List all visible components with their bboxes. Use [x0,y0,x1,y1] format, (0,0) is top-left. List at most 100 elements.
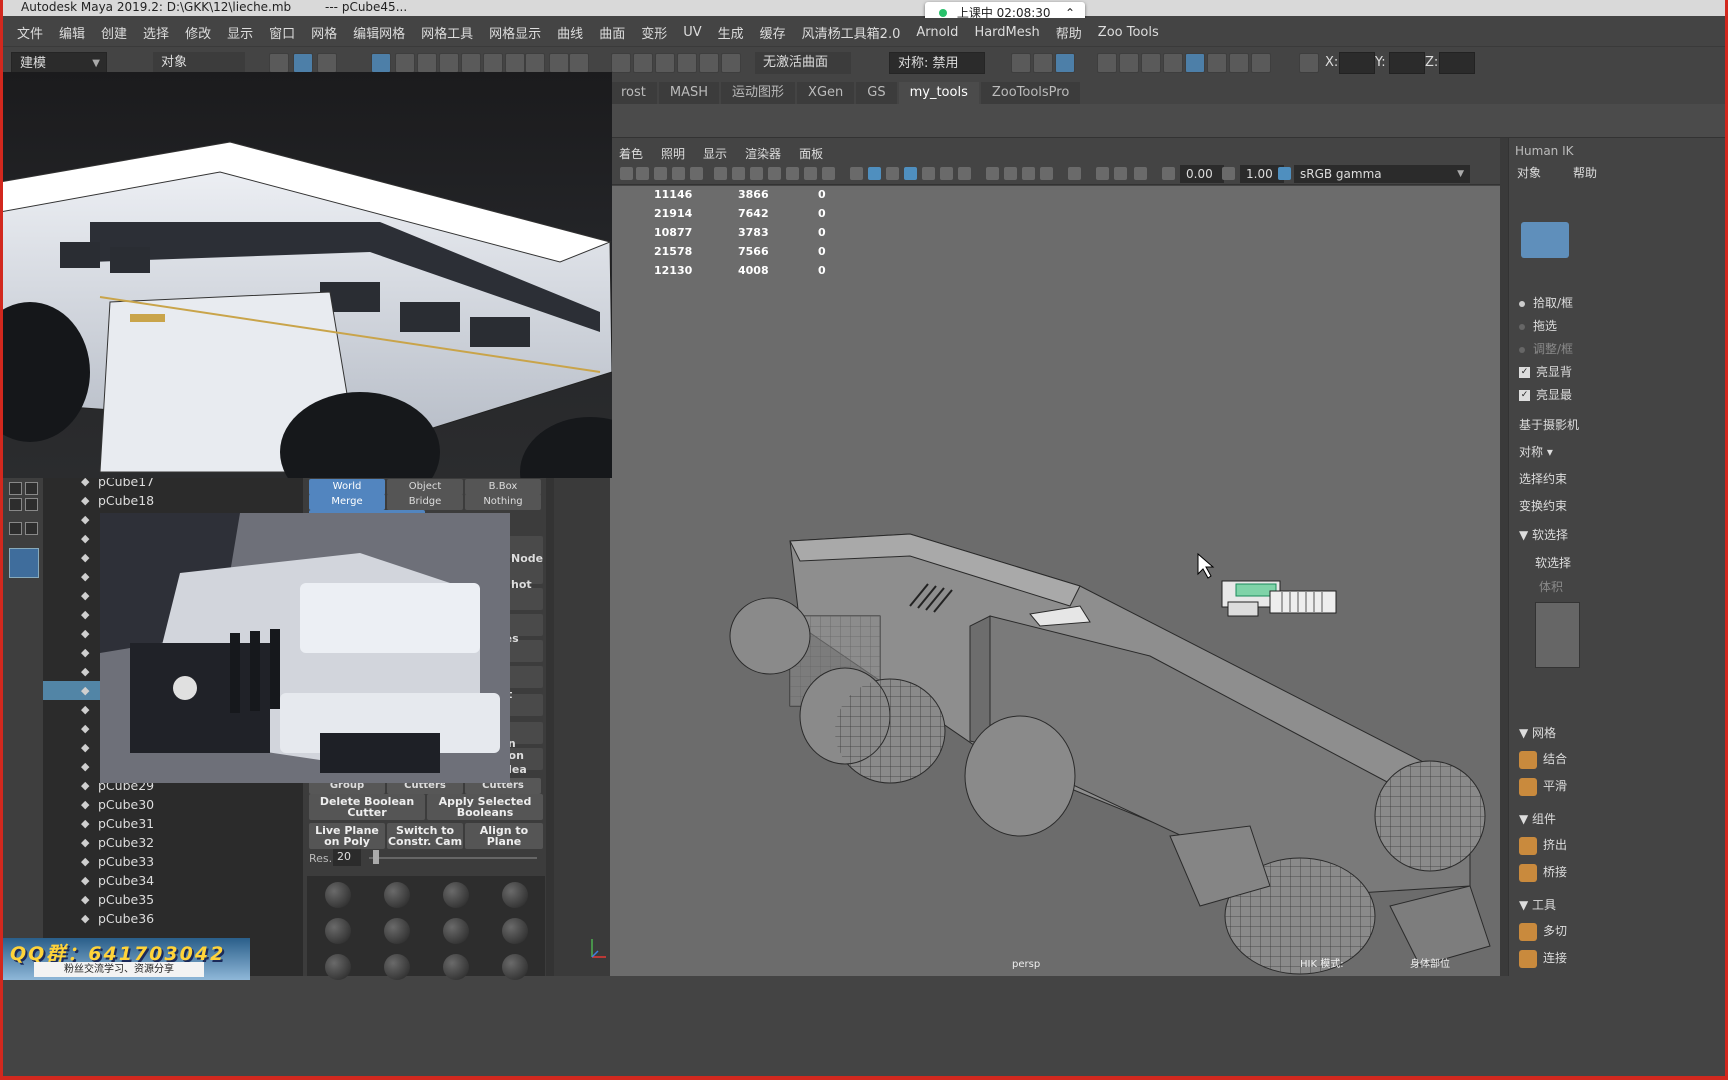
outliner-item[interactable]: pCube30 [43,795,300,814]
soft-select-checkbox-label[interactable]: 软选择 [1535,554,1571,571]
shadows-icon[interactable] [958,167,971,180]
grid-icon[interactable] [714,167,727,180]
tool-option[interactable]: 拖选 [1519,317,1557,334]
isolate-icon[interactable] [1068,167,1081,180]
live-plane-button[interactable]: Live Plane on Poly [309,823,385,849]
live-surface-field[interactable]: 无激活曲面 [755,52,851,74]
space-toggle-button[interactable]: World [309,479,385,495]
menu-item[interactable]: 网格 [303,23,345,42]
select-by-component-icon[interactable] [317,53,337,73]
section-header[interactable]: ▼ 工具 [1519,896,1556,913]
panel-splitter[interactable] [1500,138,1508,976]
remove-icon[interactable] [25,498,38,511]
menu-item[interactable]: 编辑网格 [345,23,413,42]
camera-icon[interactable] [620,167,633,180]
select-by-object-icon[interactable] [293,53,313,73]
field-chart-icon[interactable] [786,167,799,180]
shelf-tab[interactable]: my_tools [898,82,979,104]
cutter-preset-button[interactable] [502,954,528,980]
menu-item[interactable]: 窗口 [261,23,303,42]
render-view-icon[interactable] [1097,53,1117,73]
section-header[interactable]: ▼ 组件 [1519,810,1556,827]
light-editor-icon[interactable] [1229,53,1249,73]
toggle-sidebar-icon[interactable] [1033,53,1053,73]
antialias-icon[interactable] [1022,167,1035,180]
vehicle-model[interactable] [610,186,1500,976]
outliner-item[interactable]: pCube34 [43,871,300,890]
menu-item[interactable]: 曲面 [591,23,633,42]
snap-point-icon[interactable] [417,53,437,73]
shelf-tab[interactable]: MASH [658,82,720,104]
color-management-icon[interactable] [1278,167,1291,180]
menu-item[interactable]: 缓存 [752,23,794,42]
merge-mode-button[interactable]: Nothing [465,494,541,510]
depth-of-field-icon[interactable] [1040,167,1053,180]
outliner-item[interactable]: pCube32 [43,833,300,852]
ambient-occlusion-icon[interactable] [986,167,999,180]
film-gate-icon[interactable] [732,167,745,180]
magnet-icon[interactable] [699,53,719,73]
space-toggle-button[interactable]: Object [387,479,463,495]
xray-joints-icon[interactable] [1096,167,1109,180]
render-settings-icon[interactable] [1163,53,1183,73]
outliner-item[interactable]: pCube35 [43,890,300,909]
coord-x-field[interactable] [1339,52,1375,74]
shelf-tab[interactable]: GS [856,82,897,104]
snap-live-icon[interactable] [505,53,525,73]
cutter-preset-button[interactable] [384,882,410,908]
cutter-preset-button[interactable] [325,954,351,980]
render-frame-icon[interactable] [1119,53,1139,73]
menu-item[interactable]: Arnold [908,25,966,40]
paint-select-icon[interactable] [633,53,653,73]
pause-icon[interactable] [1251,53,1271,73]
xray-active-icon[interactable] [1114,167,1127,180]
tool-button[interactable]: 平滑 [1519,777,1567,796]
panel-label[interactable]: 选择约束 [1519,470,1567,487]
radio-icon[interactable] [1519,300,1525,307]
outliner-item[interactable]: pCube33 [43,852,300,871]
apply-selected-booleans-button[interactable]: Apply Selected Booleans [427,794,543,820]
tool-option[interactable]: 拾取/框 [1519,294,1573,311]
panel-label[interactable]: 对称 ▾ [1519,443,1553,460]
move-camera-icon[interactable] [672,167,685,180]
exposure-field[interactable]: 0.00 [1180,165,1224,183]
snap-plane-icon[interactable] [439,53,459,73]
tool-option[interactable]: 调整/框 [1519,340,1573,357]
safe-title-icon[interactable] [822,167,835,180]
tool-button[interactable]: 多切 [1519,922,1567,941]
shelf-tab[interactable]: ZooToolsPro [980,82,1081,104]
toggle-field-icon[interactable] [1011,53,1031,73]
exposure-icon[interactable] [1162,167,1175,180]
selection-mode-dropdown[interactable]: 对象 [153,52,245,74]
select-by-hierarchy-icon[interactable] [269,53,289,73]
tool-option[interactable]: ✓ 亮显最 [1519,386,1572,403]
wireframe-icon[interactable] [850,167,863,180]
selection-lock-icon[interactable] [569,53,589,73]
smooth-shade-icon[interactable] [868,167,881,180]
menu-item[interactable]: 网格显示 [481,23,549,42]
menu-item[interactable]: 风清杨工具箱2.0 [794,23,909,42]
color-space-dropdown[interactable]: sRGB gamma ▼ [1294,165,1470,183]
checkbox-checked-icon[interactable]: ✓ [1519,367,1530,378]
res-slider-track[interactable] [369,857,537,859]
lights-icon[interactable] [940,167,953,180]
space-toggle-button[interactable]: B.Box [465,479,541,495]
shelf-tab[interactable]: rost [610,82,657,104]
coord-z-field[interactable] [1439,52,1475,74]
pencil-icon[interactable] [690,167,703,180]
gate-mask-icon[interactable] [768,167,781,180]
bookmark-icon[interactable] [636,167,649,180]
align-to-plane-button[interactable]: Align to Plane [465,823,543,849]
menu-item[interactable]: HardMesh [966,25,1047,40]
motion-blur-icon[interactable] [1004,167,1017,180]
menu-item[interactable]: 文件 [9,23,51,42]
menu-item[interactable]: 帮助 [1048,23,1090,42]
snap-grid-icon[interactable] [371,53,391,73]
radio-icon[interactable] [1519,323,1525,330]
panel-label[interactable]: 变换约束 [1519,497,1567,514]
menu-item[interactable]: 曲线 [549,23,591,42]
tab-help[interactable]: 帮助 [1573,164,1597,181]
tool-button[interactable]: 连接 [1519,949,1567,968]
render-setup-icon[interactable] [1207,53,1227,73]
menu-item[interactable]: 变形 [633,23,675,42]
